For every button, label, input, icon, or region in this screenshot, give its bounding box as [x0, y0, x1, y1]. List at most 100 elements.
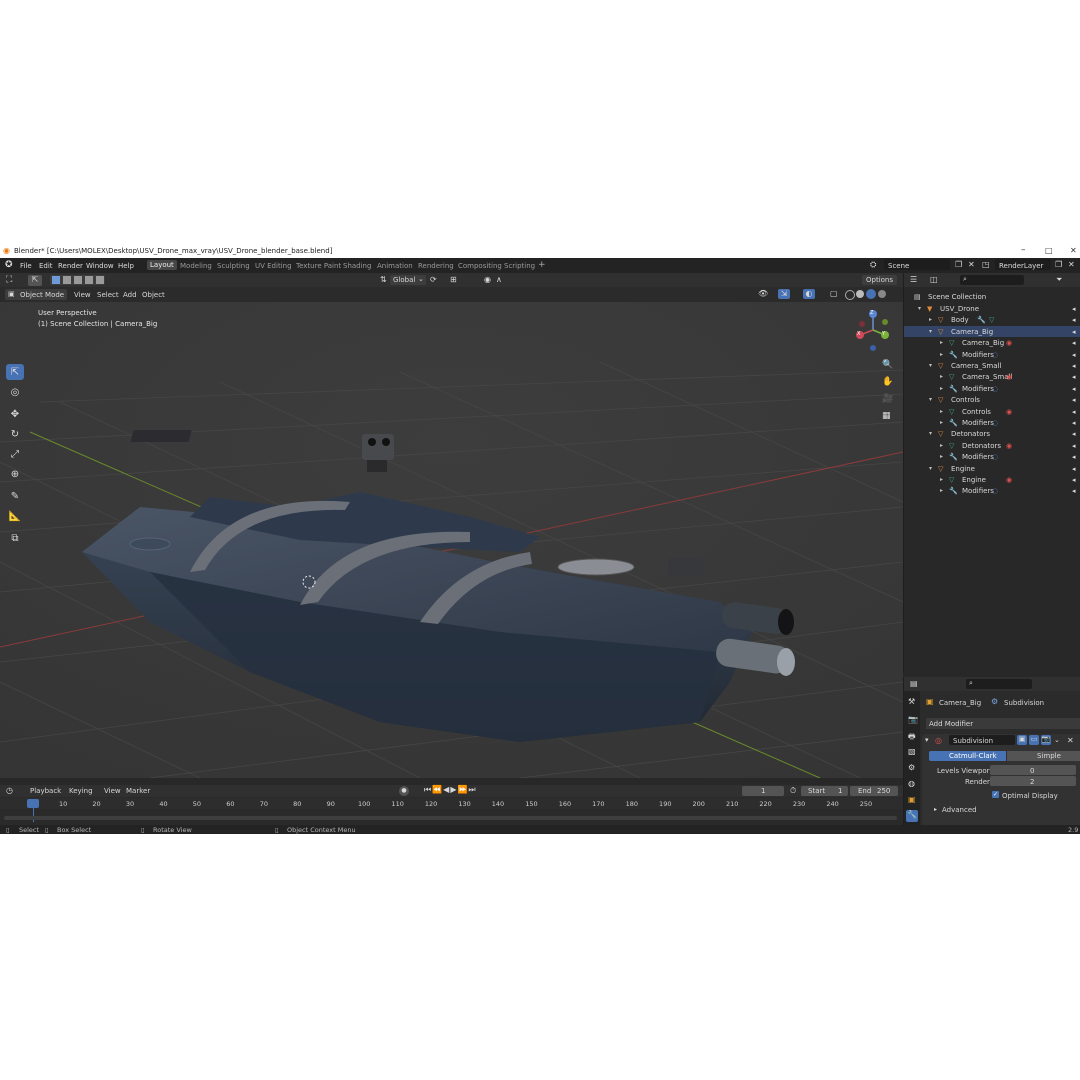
add-workspace-button[interactable]: + — [538, 260, 546, 270]
expand-chevron-icon[interactable]: ▸ — [940, 339, 943, 346]
gizmo-toggle-icon[interactable]: ⇲ — [778, 289, 790, 299]
visibility-eye-icon[interactable]: ◂ — [1072, 396, 1076, 404]
scene-tab-icon[interactable]: ⚙ — [908, 763, 915, 772]
rendered-shading-icon[interactable] — [878, 290, 886, 298]
outliner-search-input[interactable] — [960, 275, 1024, 285]
expand-chevron-icon[interactable]: ▸ — [940, 453, 943, 460]
select-subtract-icon[interactable] — [74, 276, 82, 284]
outliner-row-body[interactable]: ▸ ▽ Body 🔧 ▽ ◂ — [904, 314, 1080, 325]
editor-type-icon[interactable]: ⛶ — [6, 275, 12, 285]
tab-sculpting[interactable]: Sculpting — [217, 262, 250, 270]
expand-chevron-icon[interactable]: ▸ — [940, 351, 943, 358]
pivot-icon[interactable]: ⟳ — [430, 275, 437, 284]
remove-modifier-icon[interactable]: ✕ — [1067, 736, 1074, 745]
expand-chevron-icon[interactable]: ▾ — [929, 396, 932, 403]
minimize-button[interactable]: – — [1021, 245, 1026, 255]
menu-view[interactable]: View — [74, 291, 91, 299]
viewport-toggle-icon[interactable]: ▭ — [1029, 735, 1039, 745]
clock-icon[interactable]: ⏱ — [790, 786, 796, 796]
collapse-chevron-icon[interactable]: ▾ — [925, 736, 929, 744]
cursor-tool-icon[interactable]: ◎ — [6, 384, 24, 400]
menu-render[interactable]: Render — [58, 262, 83, 270]
zoom-icon[interactable]: 🔍 — [882, 360, 893, 370]
visibility-eye-icon[interactable]: ◂ — [1072, 453, 1076, 461]
tab-compositing[interactable]: Compositing — [458, 262, 502, 270]
snap-icon[interactable]: ⊞ — [450, 275, 457, 284]
advanced-chevron-icon[interactable]: ▸ — [934, 806, 937, 813]
camera-view-icon[interactable]: 🎥 — [882, 394, 893, 404]
expand-chevron-icon[interactable]: ▸ — [940, 419, 943, 426]
expand-chevron-icon[interactable]: ▸ — [940, 487, 943, 494]
visibility-eye-icon[interactable]: ◂ — [1072, 305, 1076, 313]
scale-tool-icon[interactable]: ⤢ — [6, 446, 24, 462]
outliner-row-controls[interactable]: ▾ ▽ Controls ◂ — [904, 394, 1080, 405]
select-intersect-icon[interactable] — [96, 276, 104, 284]
outliner-editor-icon[interactable]: ☰ — [910, 275, 917, 284]
wireframe-shading-icon[interactable] — [845, 290, 855, 300]
timeline-scrollbar[interactable] — [4, 816, 897, 820]
outliner-row-detonators[interactable]: ▸ ▽ Detonators ◉ ◂ — [904, 440, 1080, 451]
expand-chevron-icon[interactable]: ▾ — [929, 328, 932, 335]
timeline-editor-icon[interactable]: ◷ — [6, 786, 13, 795]
proportional-edit-icon[interactable]: ◉ — [484, 275, 491, 284]
expand-chevron-icon[interactable]: ▸ — [940, 373, 943, 380]
transform-tool-icon[interactable]: ⊕ — [6, 466, 24, 482]
scene-close-icon[interactable]: ✕ — [968, 260, 975, 269]
outliner-row-camera-small[interactable]: ▾ ▽ Camera_Small ◂ — [904, 360, 1080, 371]
visibility-icon[interactable]: 👁 — [758, 289, 768, 298]
expand-chevron-icon[interactable]: ▸ — [940, 476, 943, 483]
record-icon[interactable]: ● — [399, 786, 409, 796]
view-layer-tab-icon[interactable]: ▧ — [908, 747, 916, 756]
rotate-tool-icon[interactable]: ↻ — [6, 426, 24, 442]
tab-rendering[interactable]: Rendering — [418, 262, 454, 270]
expand-chevron-icon[interactable]: ▾ — [929, 465, 932, 472]
modifier-menu-chevron-icon[interactable]: ⌄ — [1054, 736, 1060, 744]
select-tool-icon[interactable]: ⇱ — [28, 275, 42, 286]
edit-mode-toggle-icon[interactable]: ▣ — [1017, 735, 1027, 745]
world-tab-icon[interactable]: ◍ — [908, 779, 915, 788]
outliner-row-detonators[interactable]: ▾ ▽ Detonators ◂ — [904, 428, 1080, 439]
outliner-row-modifiers-modifiers[interactable]: ▸ 🔧 Modifiers ◌ ◂ — [904, 485, 1080, 496]
outliner-row-camera-big[interactable]: ▸ ▽ Camera_Big ◉ ◂ — [904, 337, 1080, 348]
outliner-row-modifiers-modifiers[interactable]: ▸ 🔧 Modifiers ◌ ◂ — [904, 349, 1080, 360]
select-invert-icon[interactable] — [85, 276, 93, 284]
visibility-eye-icon[interactable]: ◂ — [1072, 465, 1076, 473]
visibility-eye-icon[interactable]: ◂ — [1072, 430, 1076, 438]
outliner-row-engine[interactable]: ▾ ▽ Engine ◂ — [904, 463, 1080, 474]
outliner-row-modifiers-modifiers[interactable]: ▸ 🔧 Modifiers ◌ ◂ — [904, 383, 1080, 394]
render-toggle-icon[interactable]: 📷 — [1041, 735, 1051, 745]
properties-search-input[interactable] — [966, 679, 1032, 689]
pan-hand-icon[interactable]: ✋ — [882, 377, 893, 387]
modifier-tab-icon[interactable]: 🔧 — [906, 810, 918, 822]
outliner-row-modifiers-modifiers[interactable]: ▸ 🔧 Modifiers ◌ ◂ — [904, 451, 1080, 462]
menu-help[interactable]: Help — [118, 262, 134, 270]
visibility-eye-icon[interactable]: ◂ — [1072, 442, 1076, 450]
select-set-icon[interactable] — [52, 276, 60, 284]
close-button[interactable]: ✕ — [1070, 246, 1077, 255]
menu-window[interactable]: Window — [86, 262, 114, 270]
tab-texture-paint[interactable]: Texture Paint — [296, 262, 341, 270]
tab-layout[interactable]: Layout — [147, 260, 177, 270]
menu-keying[interactable]: Keying — [69, 787, 93, 795]
visibility-eye-icon[interactable]: ◂ — [1072, 316, 1076, 324]
visibility-eye-icon[interactable]: ◂ — [1072, 373, 1076, 381]
outliner-row-camera-big[interactable]: ▾ ▽ Camera_Big ◂ — [904, 325, 1080, 337]
material-shading-icon[interactable] — [866, 289, 876, 299]
outliner-row-usv-drone[interactable]: ▾ ▼ USV_Drone ◂ — [904, 303, 1080, 314]
optimal-display-checkbox[interactable]: ✓ — [992, 791, 999, 798]
menu-add[interactable]: Add — [123, 291, 137, 299]
tab-scripting[interactable]: Scripting — [504, 262, 535, 270]
visibility-eye-icon[interactable]: ◂ — [1072, 385, 1076, 393]
outliner-row-engine[interactable]: ▸ ▽ Engine ◉ ◂ — [904, 474, 1080, 485]
expand-chevron-icon[interactable]: ▸ — [940, 385, 943, 392]
outliner-row-controls[interactable]: ▸ ▽ Controls ◉ ◂ — [904, 406, 1080, 417]
tab-uv-editing[interactable]: UV Editing — [255, 262, 292, 270]
expand-chevron-icon[interactable]: ▸ — [940, 442, 943, 449]
outliner-row-scene-collection[interactable]: ▤ Scene Collection — [904, 291, 1080, 302]
select-extend-icon[interactable] — [63, 276, 71, 284]
properties-editor-icon[interactable]: ▤ — [910, 679, 918, 688]
output-tab-icon[interactable]: 🖶 — [908, 731, 916, 745]
tool-tab-icon[interactable]: ⚒ — [908, 697, 915, 706]
menu-select[interactable]: Select — [97, 291, 119, 299]
ortho-grid-icon[interactable]: ▦ — [882, 411, 891, 421]
